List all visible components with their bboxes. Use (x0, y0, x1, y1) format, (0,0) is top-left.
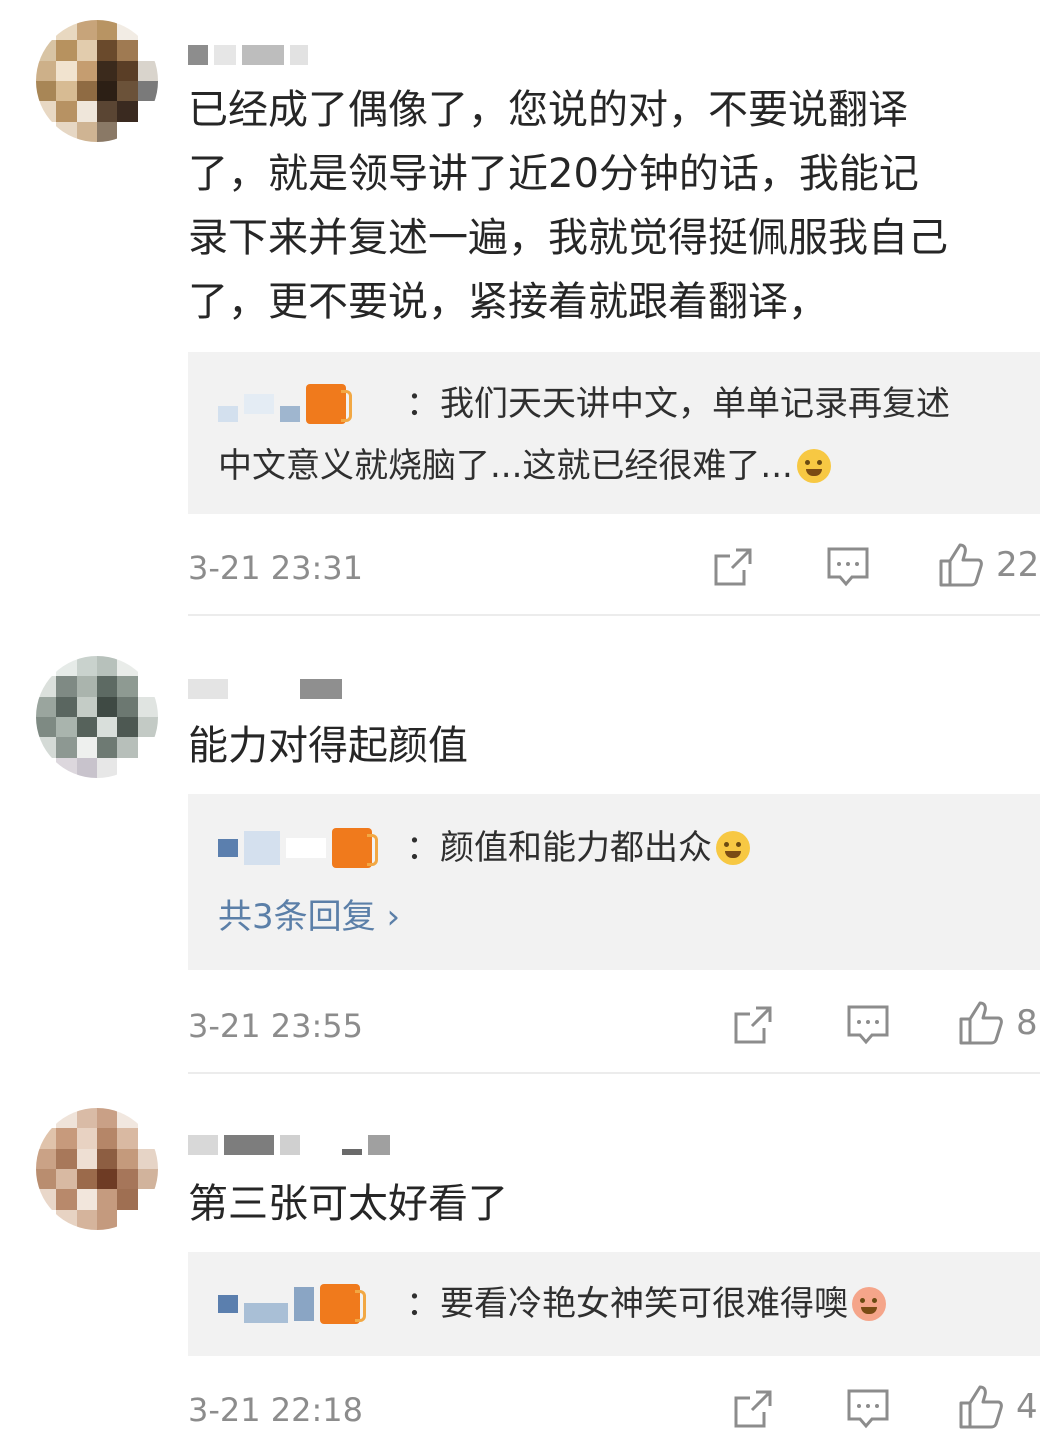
reply-button[interactable] (846, 1388, 890, 1430)
reply-line: 中文意义就烧脑了...这就已经很难了... (218, 436, 831, 496)
reply-preview-box[interactable]: ：我们天天讲中文，单单记录再复述 中文意义就烧脑了...这就已经很难了... (188, 352, 1040, 514)
reply-text: ：要看冷艳女神笑可很难得噢 (406, 1284, 848, 1324)
like-button[interactable]: 8 (958, 1000, 1038, 1046)
reply-username-redacted[interactable] (218, 1284, 406, 1324)
comment-timestamp: 3-21 23:55 (188, 1007, 364, 1045)
username-redacted[interactable] (188, 676, 342, 702)
reply-line: ：要看冷艳女神笑可很难得噢 (218, 1274, 886, 1334)
reply-text: ：我们天天讲中文，单单记录再复述 (406, 384, 950, 424)
view-more-replies-link[interactable]: 共3条回复 › (218, 892, 400, 942)
reply-text: 中文意义就烧脑了...这就已经很难了... (218, 446, 793, 486)
thumbs-up-icon (959, 1001, 1003, 1045)
share-button[interactable] (732, 1004, 774, 1046)
thumbs-up-icon (959, 1385, 1003, 1429)
comment-icon (847, 1005, 889, 1045)
vip-badge-icon (332, 828, 378, 868)
like-button[interactable]: 22 (938, 542, 1039, 588)
thumbs-up-icon (939, 543, 983, 587)
vip-badge-icon (320, 1284, 366, 1324)
divider (188, 614, 1040, 616)
reply-button[interactable] (826, 546, 870, 588)
comment-icon (847, 1389, 889, 1429)
avatar[interactable] (36, 656, 158, 778)
like-count: 4 (1016, 1387, 1038, 1427)
comment-icon (827, 547, 869, 587)
reply-username-redacted[interactable] (218, 384, 406, 424)
like-button[interactable]: 4 (958, 1384, 1038, 1430)
share-button[interactable] (712, 546, 754, 588)
like-count: 8 (1016, 1003, 1038, 1043)
comment-text: 已经成了偶像了，您说的对，不要说翻译 了，就是领导讲了近20分钟的话，我能记 录… (188, 87, 948, 325)
username-redacted[interactable] (188, 42, 308, 68)
avatar[interactable] (36, 20, 158, 142)
comment-timestamp: 3-21 22:18 (188, 1391, 364, 1429)
comment-text: 能力对得起颜值 (188, 723, 468, 769)
scream-emoji-icon (716, 831, 750, 865)
reply-line: ：颜值和能力都出众 (218, 818, 750, 878)
vip-badge-icon (306, 384, 352, 424)
divider (188, 1072, 1040, 1074)
share-button[interactable] (732, 1388, 774, 1430)
username-redacted[interactable] (188, 1132, 390, 1158)
share-icon (734, 1006, 772, 1044)
reply-preview-box[interactable]: ：要看冷艳女神笑可很难得噢 (188, 1252, 1040, 1356)
comment-timestamp: 3-21 23:31 (188, 549, 364, 587)
reply-preview-box[interactable]: ：颜值和能力都出众 共3条回复 › (188, 794, 1040, 970)
laugh-cry-emoji-icon (796, 449, 831, 483)
reply-username-redacted[interactable] (218, 828, 406, 868)
comment-text: 第三张可太好看了 (188, 1181, 508, 1227)
avatar[interactable] (36, 1108, 158, 1230)
reply-text: ：颜值和能力都出众 (406, 828, 712, 868)
like-count: 22 (996, 545, 1040, 585)
share-icon (714, 548, 752, 586)
reply-line: ：我们天天讲中文，单单记录再复述 (218, 374, 950, 434)
cute-emoji-icon (852, 1287, 886, 1321)
share-icon (734, 1390, 772, 1428)
reply-button[interactable] (846, 1004, 890, 1046)
